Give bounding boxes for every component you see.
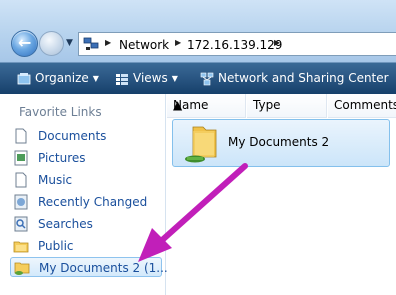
searches-icon bbox=[14, 216, 28, 232]
column-header-type[interactable]: Type bbox=[247, 94, 327, 118]
breadcrumb-separator-icon[interactable]: ▶ bbox=[105, 38, 111, 47]
command-toolbar: Organize ▼ Views ▼ Network and Sharing Cen… bbox=[0, 62, 396, 94]
organize-icon bbox=[17, 72, 31, 84]
breadcrumb-host[interactable]: 172.16.139.129 bbox=[187, 38, 282, 52]
organize-button[interactable]: Organize ▼ bbox=[17, 71, 99, 87]
file-item-label: My Documents 2 bbox=[228, 135, 330, 149]
breadcrumb-separator-icon[interactable]: ▶ bbox=[274, 38, 280, 47]
network-center-label: Network and Sharing Center bbox=[218, 71, 389, 85]
file-item[interactable]: My Documents 2 bbox=[172, 119, 390, 167]
sidebar-item-my-documents-2[interactable]: My Documents 2 (1... bbox=[10, 257, 168, 277]
sidebar-item-label: Pictures bbox=[38, 151, 86, 165]
views-button[interactable]: Views ▼ bbox=[115, 71, 178, 87]
column-header-label: Type bbox=[253, 98, 281, 112]
back-button[interactable]: ← bbox=[11, 30, 38, 57]
back-arrow-icon: ← bbox=[18, 33, 32, 52]
document-icon bbox=[15, 128, 27, 144]
address-box[interactable]: ▶ Network ▶ 172.16.139.129 ▶ bbox=[78, 32, 396, 56]
recent-pages-dropdown[interactable]: ▼ bbox=[66, 38, 76, 48]
file-list-pane: Name ▲ Type Comments My Documents 2 bbox=[167, 94, 396, 295]
folder-icon bbox=[13, 241, 29, 253]
sidebar-item-recently-changed[interactable]: Recently Changed bbox=[10, 192, 162, 212]
sidebar-item-music[interactable]: Music bbox=[10, 170, 162, 190]
network-center-icon bbox=[200, 72, 214, 85]
chevron-down-icon: ▼ bbox=[171, 74, 178, 83]
sidebar-item-pictures[interactable]: Pictures bbox=[10, 148, 162, 168]
breadcrumb-network[interactable]: Network bbox=[119, 38, 169, 52]
forward-button[interactable] bbox=[39, 31, 64, 56]
chevron-down-icon: ▼ bbox=[92, 74, 99, 83]
sidebar-item-label: Recently Changed bbox=[38, 195, 148, 209]
favorite-links-heading: Favorite Links bbox=[19, 105, 102, 119]
column-header-name[interactable]: Name ▲ bbox=[167, 94, 246, 118]
sidebar-item-searches[interactable]: Searches bbox=[10, 214, 162, 234]
sidebar-item-label: Documents bbox=[38, 129, 107, 143]
views-label: Views bbox=[133, 71, 168, 85]
column-header-label: Comments bbox=[334, 98, 396, 112]
views-icon bbox=[116, 73, 128, 85]
column-header-comments[interactable]: Comments bbox=[328, 94, 396, 118]
network-icon bbox=[83, 37, 99, 50]
network-folder-large-icon bbox=[185, 126, 217, 163]
sort-ascending-icon: ▲ bbox=[173, 98, 183, 112]
navigation-pane: Favorite Links Documents Pictures Music … bbox=[0, 94, 168, 295]
address-bar-region: ← ▼ ▶ Network ▶ 172.16.139.129 ▶ bbox=[0, 0, 396, 62]
pictures-icon bbox=[14, 150, 28, 166]
music-icon bbox=[15, 172, 27, 188]
organize-label: Organize bbox=[35, 71, 89, 85]
sidebar-item-documents[interactable]: Documents bbox=[10, 126, 162, 146]
sidebar-item-label: My Documents 2 (1... bbox=[39, 261, 168, 275]
breadcrumb-separator-icon[interactable]: ▶ bbox=[175, 38, 181, 47]
sidebar-item-label: Music bbox=[38, 173, 73, 187]
network-folder-icon bbox=[14, 262, 30, 275]
recently-changed-icon bbox=[14, 194, 28, 210]
network-sharing-center-button[interactable]: Network and Sharing Center bbox=[200, 71, 389, 87]
sidebar-item-label: Searches bbox=[38, 217, 93, 231]
sidebar-item-public[interactable]: Public bbox=[10, 236, 162, 256]
sidebar-item-label: Public bbox=[38, 239, 74, 253]
